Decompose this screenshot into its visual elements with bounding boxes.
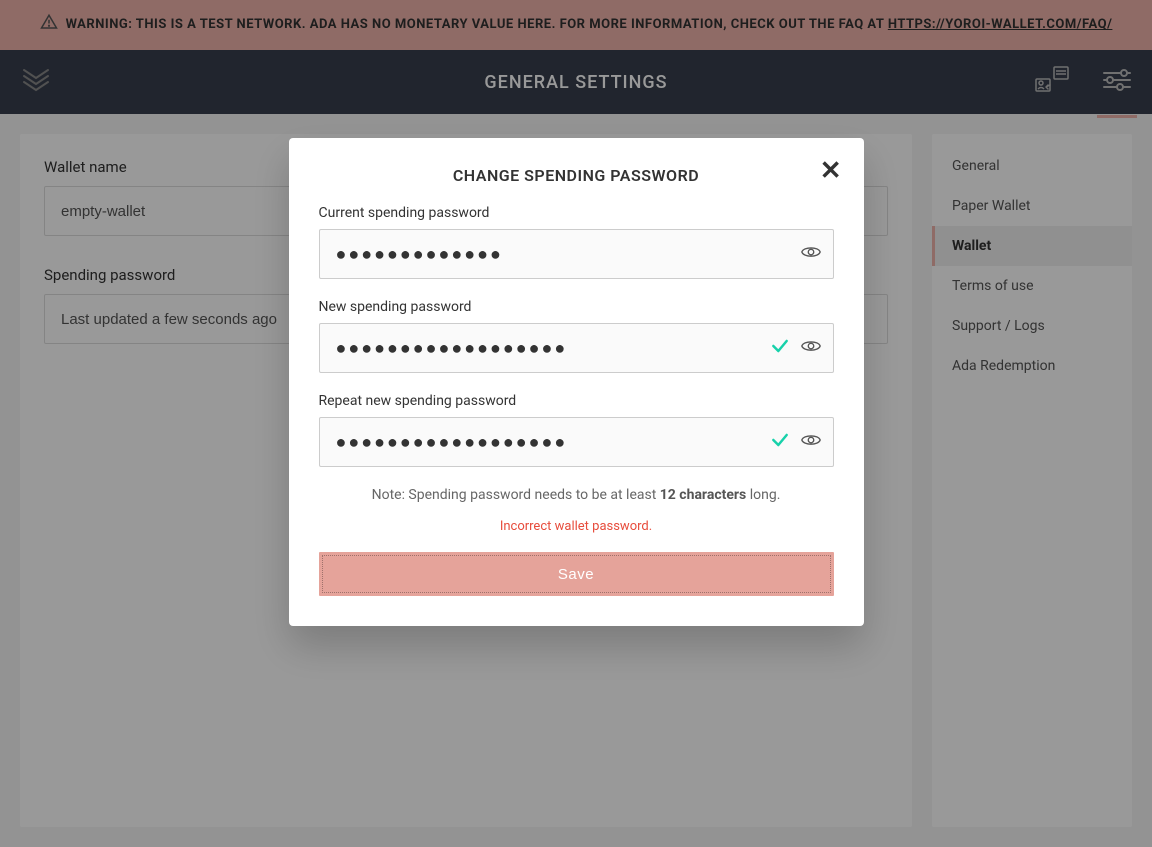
toggle-visibility-icon[interactable] bbox=[800, 335, 822, 361]
current-password-label: Current spending password bbox=[319, 205, 834, 221]
error-message: Incorrect wallet password. bbox=[319, 519, 834, 534]
valid-check-icon bbox=[770, 336, 790, 360]
note-suffix: long. bbox=[746, 487, 780, 503]
toggle-visibility-icon[interactable] bbox=[800, 241, 822, 267]
modal-overlay[interactable]: CHANGE SPENDING PASSWORD ✕ Current spend… bbox=[0, 0, 1152, 847]
repeat-password-input[interactable] bbox=[319, 417, 834, 467]
toggle-visibility-icon[interactable] bbox=[800, 429, 822, 455]
new-password-input[interactable] bbox=[319, 323, 834, 373]
modal-title: CHANGE SPENDING PASSWORD bbox=[319, 166, 834, 185]
repeat-password-label: Repeat new spending password bbox=[319, 393, 834, 409]
note-strong: 12 characters bbox=[660, 487, 746, 503]
current-password-input[interactable] bbox=[319, 229, 834, 279]
change-spending-password-modal: CHANGE SPENDING PASSWORD ✕ Current spend… bbox=[289, 138, 864, 626]
password-length-note: Note: Spending password needs to be at l… bbox=[319, 487, 834, 503]
note-prefix: Note: Spending password needs to be at l… bbox=[372, 487, 660, 503]
new-password-label: New spending password bbox=[319, 299, 834, 315]
valid-check-icon bbox=[770, 430, 790, 454]
save-button[interactable]: Save bbox=[319, 552, 834, 596]
close-icon[interactable]: ✕ bbox=[820, 158, 842, 184]
